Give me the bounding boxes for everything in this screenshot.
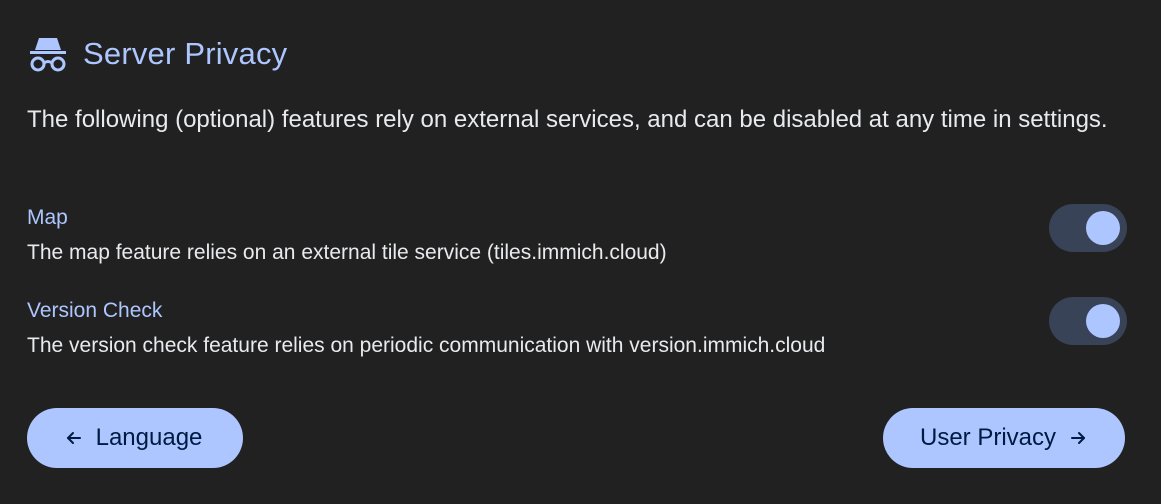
server-privacy-page: Server Privacy The following (optional) … (0, 0, 1161, 504)
toggle-knob (1086, 304, 1120, 338)
version-check-toggle[interactable] (1049, 297, 1127, 345)
next-user-privacy-button[interactable]: User Privacy (883, 408, 1125, 468)
setting-description: The map feature relies on an external ti… (27, 241, 667, 264)
setting-map: Map The map feature relies on an externa… (27, 204, 1127, 266)
page-header: Server Privacy (27, 34, 287, 74)
next-button-label: User Privacy (919, 424, 1057, 451)
page-title: Server Privacy (83, 36, 288, 71)
arrow-right-icon (1068, 428, 1088, 448)
setting-description: The version check feature relies on peri… (27, 334, 826, 357)
arrow-left-icon (64, 428, 84, 448)
setting-version-check: Version Check The version check feature … (27, 297, 1127, 359)
setting-title: Map (27, 206, 68, 229)
back-language-button[interactable]: Language (27, 408, 243, 468)
incognito-icon (27, 34, 69, 74)
back-button-label: Language (95, 424, 203, 451)
setting-title: Version Check (27, 299, 163, 322)
intro-text: The following (optional) features rely o… (27, 106, 1108, 133)
toggle-knob (1086, 211, 1120, 245)
map-toggle[interactable] (1049, 204, 1127, 252)
